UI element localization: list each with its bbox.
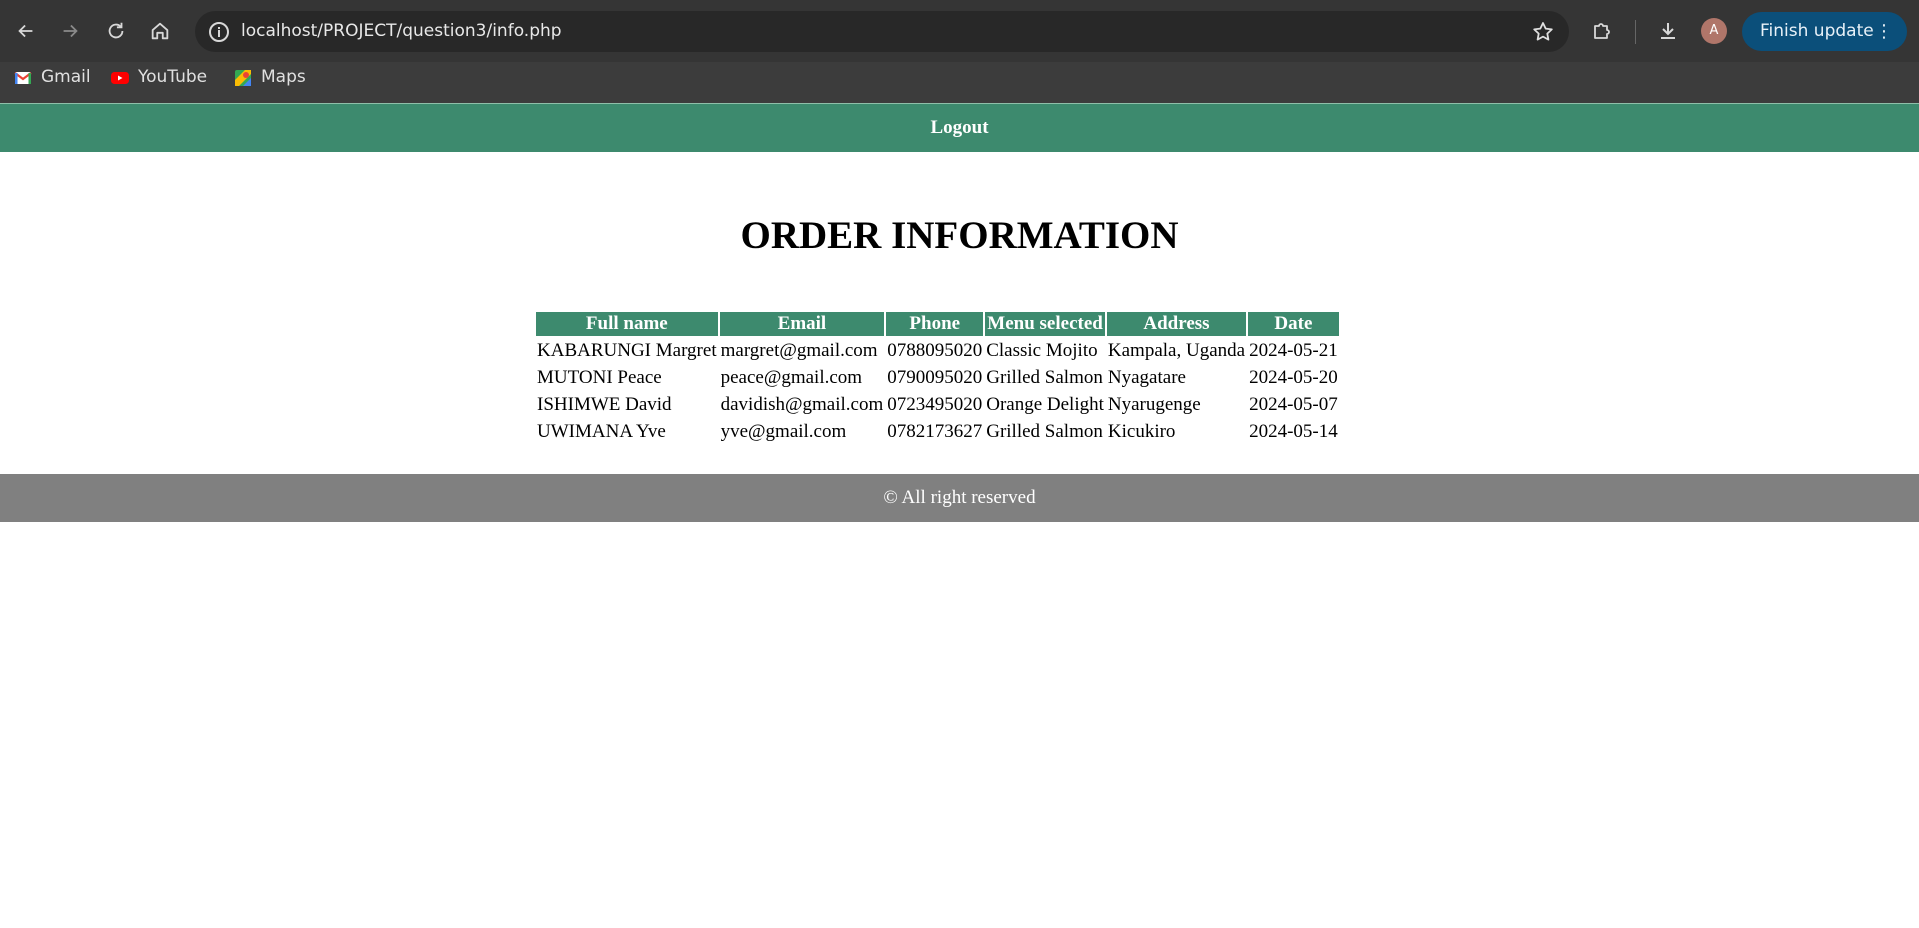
more-menu-icon[interactable]: ⋮ [1875, 12, 1893, 51]
puzzle-icon [1594, 23, 1610, 39]
gmail-icon [14, 71, 32, 84]
forward-arrow-icon [63, 24, 78, 38]
browser-toolbar: localhost/PROJECT/question3/info.php A F… [0, 0, 1919, 62]
footer-text: © All right reserved [883, 487, 1036, 508]
orders-table: Full name Email Phone Menu selected Addr… [534, 310, 1341, 446]
cell-menu: Grilled Salmon [986, 367, 1103, 388]
header-full-name: Full name [536, 312, 718, 336]
bookmark-label: YouTube [138, 67, 208, 87]
cell-menu: Classic Mojito [986, 340, 1098, 361]
cell-email: peace@gmail.com [720, 367, 863, 388]
extensions-button[interactable] [1588, 17, 1616, 45]
forward-button[interactable] [52, 13, 88, 49]
home-button[interactable] [142, 13, 178, 49]
cell-email: davidish@gmail.com [720, 394, 884, 415]
back-arrow-icon [18, 24, 33, 38]
cell-full-name: KABARUNGI Margret [537, 340, 717, 361]
cell-email: yve@gmail.com [720, 421, 847, 442]
header-email: Email [719, 312, 885, 336]
reload-icon [108, 22, 124, 39]
cell-full-name: MUTONI Peace [537, 367, 662, 388]
downloads-button[interactable] [1654, 17, 1682, 45]
youtube-icon [111, 71, 129, 84]
header-date: Date [1248, 312, 1339, 336]
reload-button[interactable] [98, 13, 134, 49]
bookmark-star-icon[interactable] [1531, 20, 1555, 44]
header-phone: Phone [886, 312, 984, 336]
address-bar[interactable]: localhost/PROJECT/question3/info.php [195, 11, 1569, 52]
cell-email: margret@gmail.com [720, 340, 878, 361]
page-title: ORDER INFORMATION [740, 214, 1179, 257]
table-row: KABARUNGI Margret margret@gmail.com 0788… [536, 338, 1339, 363]
table-row: MUTONI Peace peace@gmail.com 0790095020 … [536, 365, 1339, 390]
url-text[interactable]: localhost/PROJECT/question3/info.php [241, 11, 562, 52]
bookmark-label: Gmail [41, 67, 91, 87]
toolbar-divider [1635, 20, 1636, 44]
bookmark-gmail[interactable]: Gmail [13, 62, 91, 93]
maps-icon [235, 69, 251, 86]
cell-address: Kicukiro [1107, 421, 1176, 442]
finish-update-label: Finish update [1760, 21, 1874, 41]
table-row: ISHIMWE David davidish@gmail.com 0723495… [536, 392, 1339, 417]
cell-phone: 0782173627 [887, 421, 983, 442]
cell-full-name: UWIMANA Yve [537, 421, 666, 442]
cell-address: Nyagatare [1107, 367, 1186, 388]
bookmark-label: Maps [261, 67, 306, 87]
bookmark-maps[interactable]: Maps [233, 62, 306, 93]
table-header-row: Full name Email Phone Menu selected Addr… [536, 312, 1339, 336]
table-row: UWIMANA Yve yve@gmail.com 0782173627 Gri… [536, 419, 1339, 444]
cell-date: 2024-05-07 [1249, 394, 1338, 415]
site-info-icon[interactable] [207, 20, 231, 44]
cell-full-name: ISHIMWE David [537, 394, 672, 415]
cell-address: Kampala, Uganda [1107, 340, 1246, 361]
profile-avatar[interactable]: A [1701, 18, 1727, 44]
header-menu-selected: Menu selected [985, 312, 1105, 336]
cell-date: 2024-05-21 [1249, 340, 1338, 361]
cell-phone: 0790095020 [887, 367, 983, 388]
page-footer: © All right reserved [0, 474, 1919, 522]
header-address: Address [1106, 312, 1247, 336]
home-icon [151, 22, 169, 40]
bookmark-youtube[interactable]: YouTube [110, 62, 207, 93]
cell-phone: 0788095020 [887, 340, 983, 361]
cell-date: 2024-05-14 [1249, 421, 1338, 442]
top-nav-bar: Logout [0, 103, 1919, 152]
download-icon [1661, 23, 1675, 39]
cell-menu: Orange Delight [986, 394, 1104, 415]
back-button[interactable] [8, 13, 44, 49]
cell-address: Nyarugenge [1107, 394, 1201, 415]
logout-link[interactable]: Logout [930, 117, 988, 138]
finish-update-button[interactable]: Finish update ⋮ [1742, 12, 1907, 51]
cell-menu: Grilled Salmon [986, 421, 1103, 442]
cell-date: 2024-05-20 [1249, 367, 1338, 388]
cell-phone: 0723495020 [887, 394, 983, 415]
bookmarks-bar: Gmail YouTube Maps [0, 62, 1919, 103]
browser-chrome: localhost/PROJECT/question3/info.php A F… [0, 0, 1919, 103]
